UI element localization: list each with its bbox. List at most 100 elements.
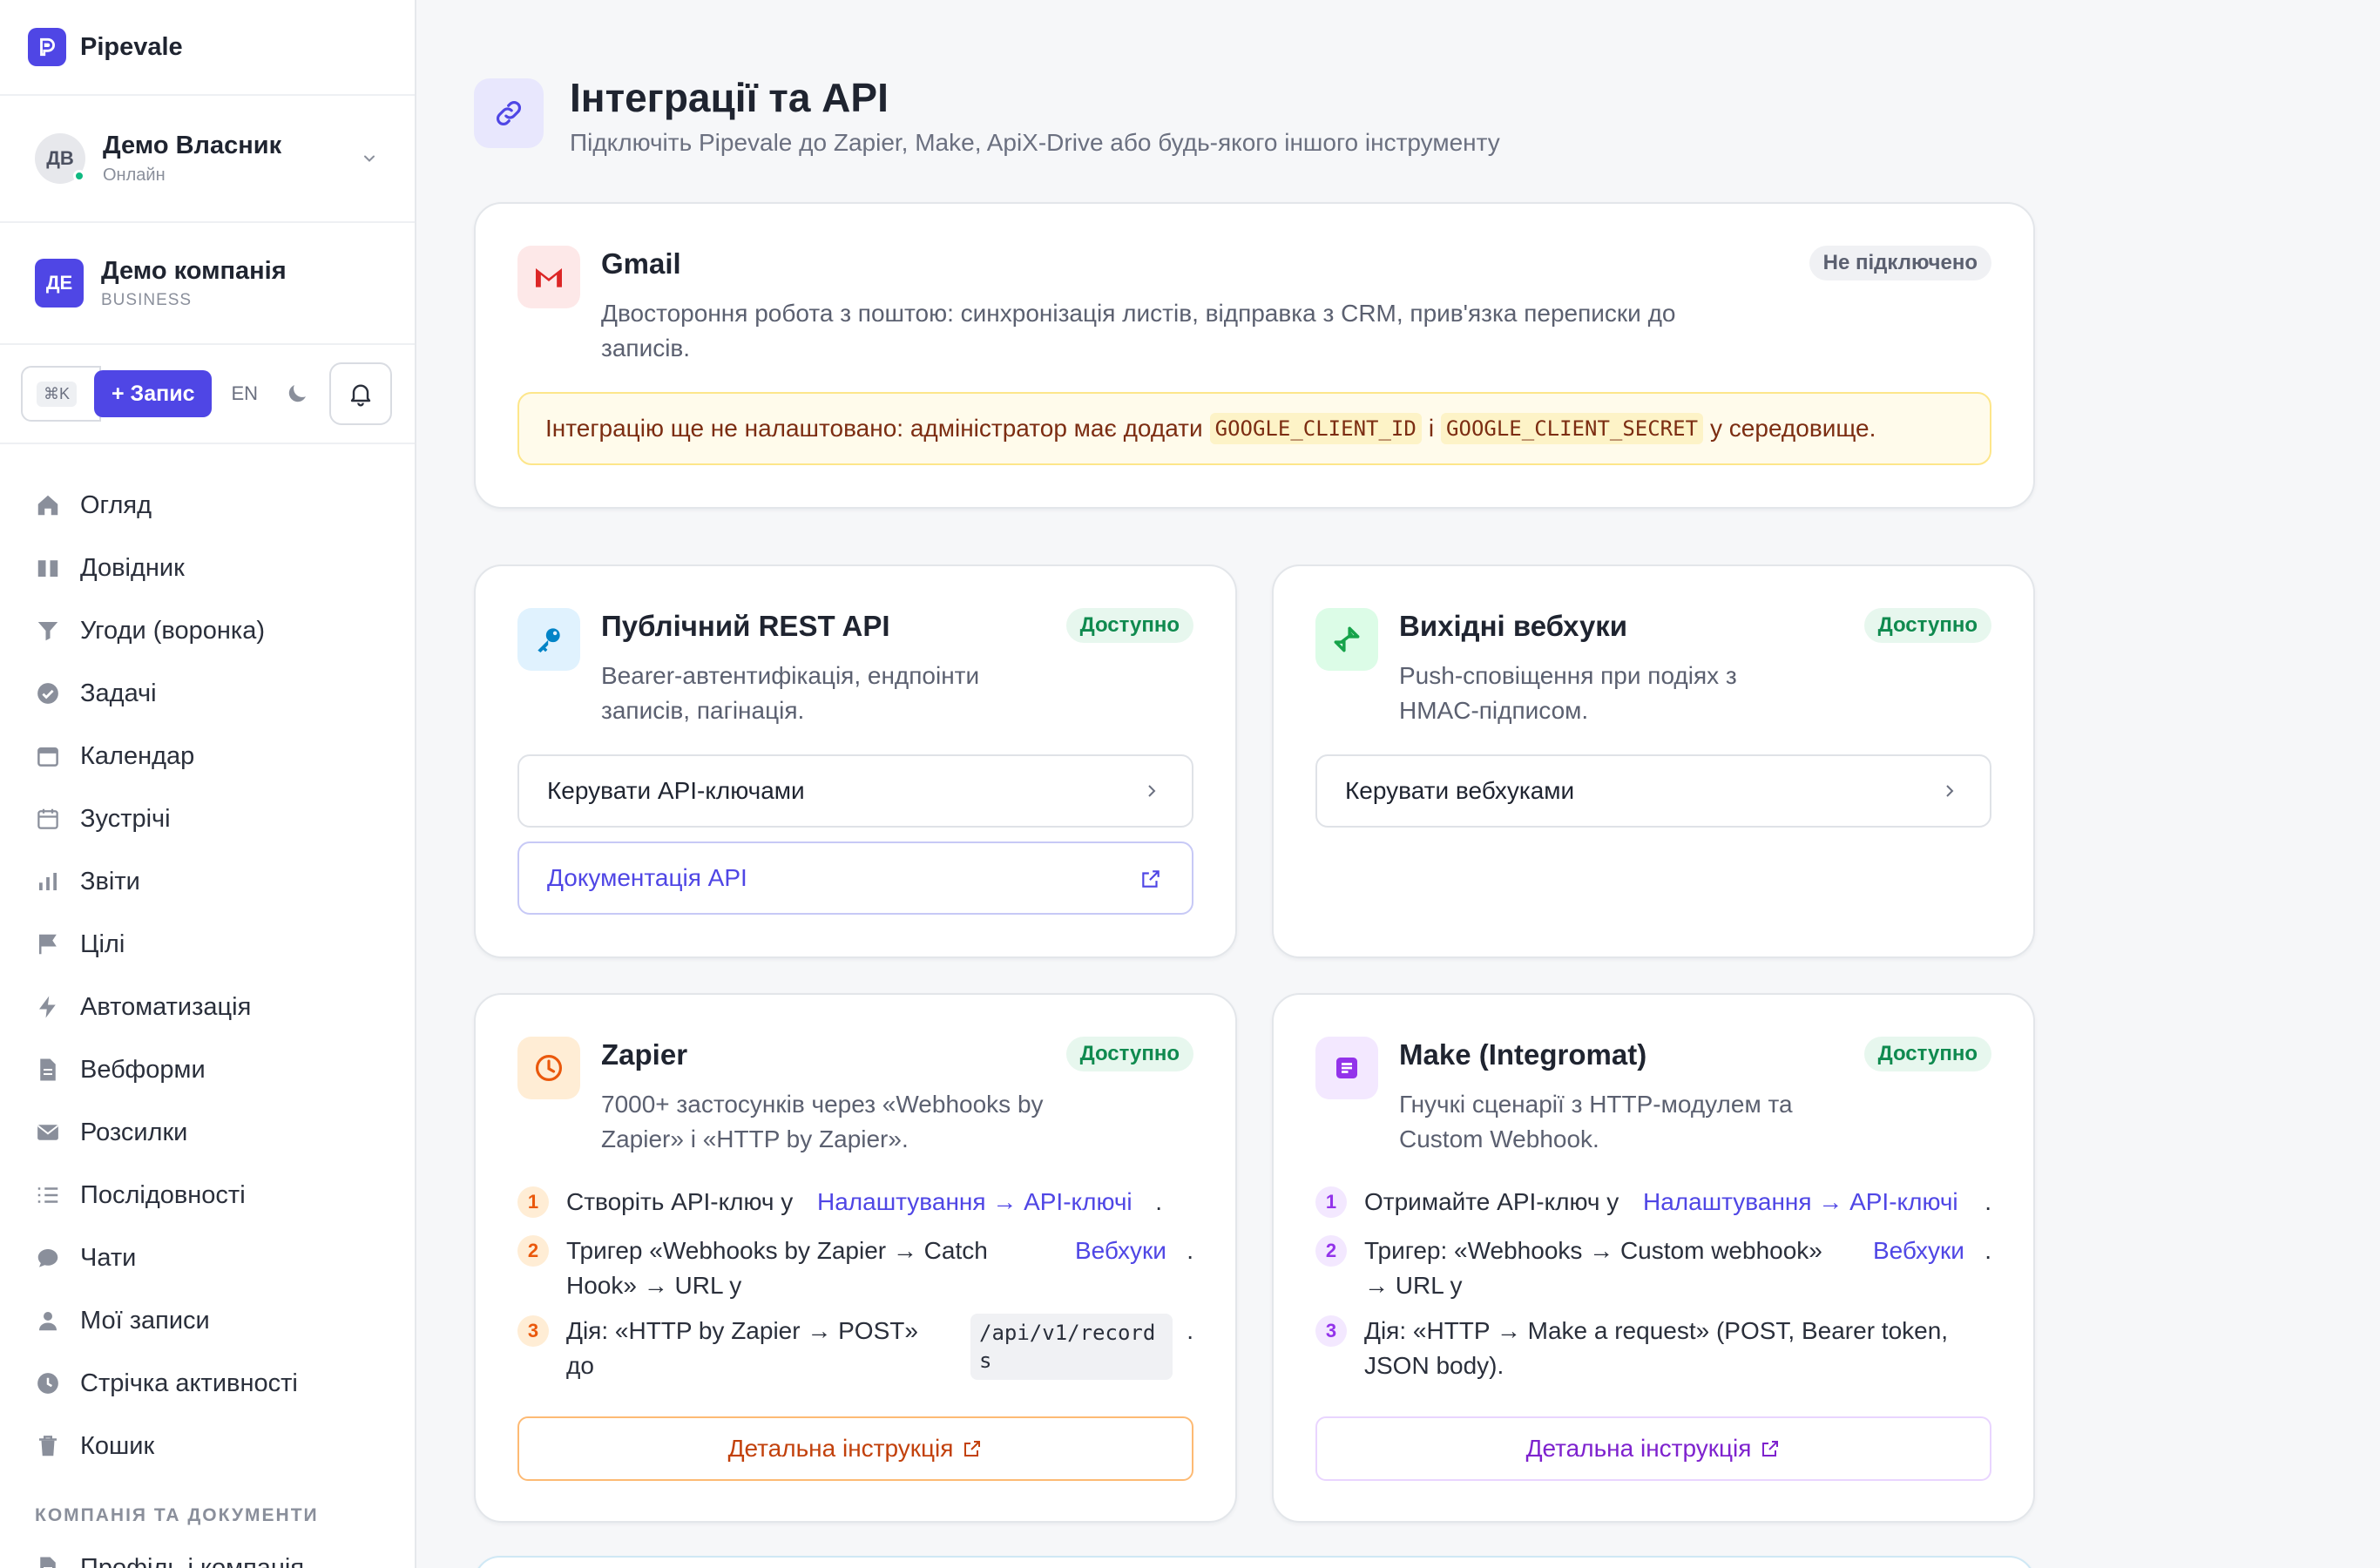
manage-api-keys-button[interactable]: Керувати API-ключами	[517, 754, 1193, 828]
make-detail-guide-button[interactable]: Детальна інструкція	[1315, 1416, 1991, 1481]
webhooks-link[interactable]: Вебхуки	[1873, 1233, 1964, 1268]
trash-icon	[39, 1436, 57, 1456]
chat-bubble-icon	[37, 1249, 58, 1267]
nav-item-goals[interactable]: Цілі	[0, 913, 415, 976]
webhooks-title: Вихідні вебхуки	[1399, 610, 1628, 642]
nav-label: Задачі	[80, 679, 157, 707]
step-item: 3 Дія: «HTTP → Make a request» (POST, Be…	[1315, 1314, 1991, 1383]
sidebar: Pipevale ДВ Демо Власник Онлайн ДЕ Демо …	[0, 0, 416, 1568]
step-text: Створіть API-ключ у	[566, 1188, 794, 1215]
nav-label: Чати	[80, 1243, 137, 1272]
command-palette-button[interactable]: ⌘K	[21, 366, 101, 422]
user-icon	[39, 1312, 57, 1331]
step-item: 2 Тригер «Webhooks by Zapier → Catch Hoo…	[517, 1233, 1193, 1303]
nav-item-overview[interactable]: Огляд	[0, 474, 415, 537]
nav-item-sequences[interactable]: Послідовності	[0, 1164, 415, 1227]
chevron-down-icon[interactable]	[361, 150, 378, 167]
bar-chart-icon	[39, 873, 57, 890]
brand[interactable]: Pipevale	[0, 0, 415, 96]
language-toggle[interactable]: EN	[231, 382, 258, 405]
webhooks-description: Push-сповіщення при подіях з HMAC-підпис…	[1399, 662, 1737, 724]
list-numbered-icon	[37, 1187, 58, 1203]
pipevale-logo-icon	[28, 28, 66, 66]
step-item: 1 Отримайте API-ключ у Налаштування → AP…	[1315, 1185, 1991, 1220]
nav-item-tasks[interactable]: Задачі	[0, 662, 415, 725]
user-switcher[interactable]: ДВ Демо Власник Онлайн	[0, 96, 415, 223]
zapier-card: Zapier 7000+ застосунків через «Webhooks…	[474, 993, 1237, 1523]
nav-item-deals[interactable]: Угоди (воронка)	[0, 599, 415, 662]
button-label: Детальна інструкція	[1525, 1435, 1752, 1462]
step-punctuation: .	[1984, 1188, 1991, 1215]
document-icon	[40, 1557, 56, 1568]
step-item: 2 Тригер: «Webhooks → Custom webhook» → …	[1315, 1233, 1991, 1303]
external-link-icon	[964, 1441, 981, 1456]
calendar-icon	[37, 747, 58, 767]
link-icon	[474, 78, 544, 148]
api-docs-link[interactable]: Документація API	[517, 841, 1193, 915]
bell-icon	[350, 384, 371, 407]
step-number: 1	[517, 1186, 549, 1218]
user-status: Онлайн	[103, 166, 166, 185]
clock-icon	[37, 1373, 58, 1394]
step-text: Тригер «Webhooks by Zapier → Catch Hook»…	[566, 1237, 988, 1299]
step-punctuation: .	[1984, 1237, 1991, 1264]
button-label: Детальна інструкція	[727, 1435, 954, 1462]
gmail-icon	[517, 246, 580, 308]
nav-item-calendar[interactable]: Календар	[0, 725, 415, 787]
zapier-detail-guide-button[interactable]: Детальна інструкція	[517, 1416, 1193, 1481]
key-icon	[517, 608, 580, 671]
nav-label: Звіти	[80, 867, 140, 896]
alert-text: Інтеграцію ще не налаштовано: адміністра…	[545, 415, 1203, 442]
nav-item-trash[interactable]: Кошик	[0, 1415, 415, 1477]
kbd-hint: ⌘K	[37, 381, 78, 407]
nav-item-meetings[interactable]: Зустрічі	[0, 787, 415, 850]
step-text: Отримайте API-ключ у	[1364, 1188, 1619, 1215]
funnel-icon	[37, 622, 58, 641]
step-punctuation: .	[1187, 1237, 1193, 1264]
nav-label: Профіль і компанія	[80, 1553, 305, 1568]
nav-item-my-records[interactable]: Мої записи	[0, 1289, 415, 1352]
page-header: Інтеграції та API Підключіть Pipevale до…	[474, 75, 1500, 157]
main-nav: Огляд Довідник Угоди (воронка) Задачі Ка…	[0, 444, 415, 1568]
external-link-icon	[1762, 1441, 1779, 1456]
notifications-button[interactable]	[329, 362, 393, 425]
step-item: 1 Створіть API-ключ у Налаштування → API…	[517, 1185, 1193, 1220]
nav-label: Угоди (воронка)	[80, 616, 265, 645]
nav-item-chats[interactable]: Чати	[0, 1227, 415, 1289]
nav-item-activity[interactable]: Стрічка активності	[0, 1352, 415, 1415]
external-link-icon	[1142, 870, 1160, 888]
status-badge: Доступно	[1863, 1037, 1991, 1071]
alert-text: і	[1428, 415, 1435, 442]
nav-item-directory[interactable]: Довідник	[0, 537, 415, 599]
zapier-description: 7000+ застосунків через «Webhooks by Zap…	[601, 1091, 1044, 1152]
gmail-description: Двостороння робота з поштою: синхронізац…	[601, 300, 1676, 362]
add-record-button[interactable]: + Запис	[94, 370, 213, 417]
manage-webhooks-button[interactable]: Керувати вебхуками	[1315, 754, 1991, 828]
moon-icon[interactable]	[284, 381, 310, 407]
nav-item-reports[interactable]: Звіти	[0, 850, 415, 913]
status-badge: Доступно	[1065, 608, 1193, 643]
nav-item-mailings[interactable]: Розсилки	[0, 1101, 415, 1164]
home-icon	[37, 495, 58, 516]
make-title: Make (Integromat)	[1399, 1038, 1647, 1071]
flag-icon	[39, 934, 57, 955]
step-text: Дія: «HTTP by Zapier → POST» до	[566, 1317, 918, 1379]
zapier-title: Zapier	[601, 1038, 688, 1071]
nav-item-webforms[interactable]: Вебформи	[0, 1038, 415, 1101]
nav-label: Зустрічі	[80, 804, 171, 833]
nav-item-automation[interactable]: Автоматизація	[0, 976, 415, 1038]
nav-item-profile[interactable]: Профіль і компанія	[0, 1537, 415, 1568]
company-switcher[interactable]: ДЕ Демо компанія BUSINESS	[0, 223, 415, 345]
status-badge: Доступно	[1065, 1037, 1193, 1071]
nav-label: Календар	[80, 741, 195, 770]
step-number: 3	[517, 1315, 549, 1347]
check-circle-icon	[37, 683, 58, 704]
webhooks-link[interactable]: Вебхуки	[1075, 1233, 1166, 1268]
nav-section-title: КОМПАНІЯ ТА ДОКУМЕНТИ	[35, 1505, 319, 1525]
next-integration-card	[474, 1556, 2035, 1568]
rest-api-title: Публічний REST API	[601, 610, 890, 642]
make-icon	[1315, 1037, 1378, 1099]
online-status-dot	[73, 170, 85, 182]
settings-api-keys-link[interactable]: Налаштування → API-ключі	[817, 1185, 1133, 1220]
settings-api-keys-link[interactable]: Налаштування → API-ключі	[1643, 1185, 1958, 1220]
